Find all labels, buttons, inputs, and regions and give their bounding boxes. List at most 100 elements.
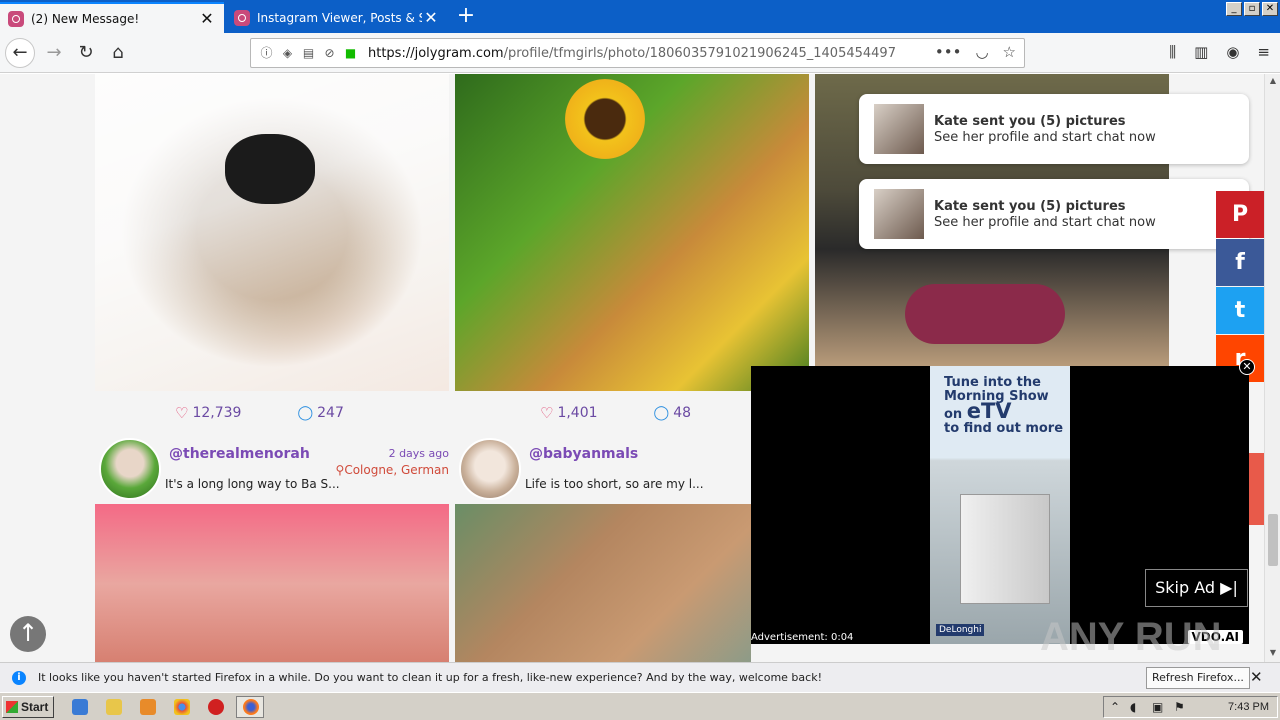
post-user: @babyanmals Life is too short, so are my… <box>459 436 751 502</box>
library-icon[interactable]: ⫼ <box>1169 43 1176 61</box>
opera-icon[interactable] <box>208 699 224 715</box>
tab-close-icon[interactable]: ✕ <box>198 9 216 28</box>
ad-brand-logo: DeLonghi <box>936 624 985 636</box>
window-controls: _ ▫ ✕ <box>1226 2 1278 16</box>
dog-nose <box>225 134 315 204</box>
notification-popup[interactable]: Kate sent you (5) pictures See her profi… <box>859 94 1249 164</box>
location-pin-icon: ⚲ <box>335 463 345 477</box>
flag-icon[interactable]: ⚑ <box>1174 700 1185 714</box>
instagram-favicon-icon <box>8 10 24 27</box>
likes-count[interactable]: ♡ 12,739 <box>175 404 241 422</box>
info-icon[interactable]: ⓘ <box>259 46 274 61</box>
lock-icon[interactable]: ■ <box>343 46 358 61</box>
avatar[interactable] <box>459 438 521 500</box>
notification-title: Kate sent you (5) pictures <box>934 198 1126 214</box>
start-button[interactable]: Start <box>2 696 54 718</box>
heart-icon: ♡ <box>175 404 189 422</box>
belt-bag <box>905 284 1065 344</box>
comment-icon: ◯ <box>297 405 314 421</box>
minimize-button[interactable]: _ <box>1226 2 1242 16</box>
home-button[interactable]: ⌂ <box>104 39 132 67</box>
forward-button[interactable]: → <box>40 39 68 67</box>
firefox-icon <box>243 699 259 715</box>
system-tray: ⌃ ◖ ▣ ⚑ 7:43 PM <box>1103 696 1278 718</box>
notification-thumbnail <box>874 189 924 239</box>
tab-instagram-viewer[interactable]: Instagram Viewer, Posts & Story D ✕ <box>226 2 448 33</box>
comments-count[interactable]: ◯ 247 <box>297 404 343 422</box>
close-notification-button[interactable]: ✕ <box>1250 668 1263 686</box>
post-location[interactable]: ⚲Cologne, German <box>336 463 449 477</box>
tab-bar: (2) New Message! ✕ Instagram Viewer, Pos… <box>0 0 1280 33</box>
facebook-share-button[interactable]: f <box>1216 239 1264 286</box>
ie-icon[interactable] <box>72 699 88 715</box>
twitter-icon: t <box>1234 298 1246 323</box>
skip-icon: ▶| <box>1220 578 1238 597</box>
comments-count[interactable]: ◯ 48 <box>654 404 692 422</box>
post-photo-pink-hair[interactable] <box>95 504 449 662</box>
media-player-icon[interactable] <box>140 699 156 715</box>
notification-subtitle: See her profile and start chat now <box>934 129 1156 145</box>
skip-ad-button[interactable]: Skip Ad ▶| <box>1145 569 1248 607</box>
post-photo-sunflower[interactable] <box>455 74 809 391</box>
post-caption: Life is too short, so are my l... <box>525 477 704 491</box>
scroll-up-arrow-icon[interactable]: ▲ <box>1267 76 1279 88</box>
pocket-icon[interactable]: ◡ <box>975 43 988 61</box>
menu-icon[interactable]: ≡ <box>1257 43 1270 61</box>
permissions-icon[interactable]: ▤ <box>301 46 316 61</box>
ad-headline: Tune into the Morning Show on eTV to fin… <box>944 375 1064 436</box>
notification-message: It looks like you haven't started Firefo… <box>38 671 822 684</box>
pinterest-share-button[interactable]: P <box>1216 191 1264 238</box>
refresh-firefox-button[interactable]: Refresh Firefox... <box>1146 667 1250 689</box>
page-actions-icon[interactable]: ••• <box>935 43 962 61</box>
bookmark-star-icon[interactable]: ☆ <box>1003 43 1016 61</box>
firefox-notification-bar: i It looks like you haven't started Fire… <box>0 662 1280 692</box>
watermark: ANY RUN <box>1040 615 1222 659</box>
network-icon[interactable]: ▣ <box>1152 700 1163 714</box>
username[interactable]: @babyanmals <box>529 446 638 462</box>
account-icon[interactable]: ◉ <box>1226 43 1239 61</box>
tracking-shield-icon[interactable]: ◈ <box>280 46 295 61</box>
likes-count[interactable]: ♡ 1,401 <box>540 404 598 422</box>
notification-subtitle: See her profile and start chat now <box>934 214 1156 230</box>
scroll-down-arrow-icon[interactable]: ▼ <box>1267 648 1279 660</box>
scroll-to-top-button[interactable]: ↑ <box>10 616 46 652</box>
avatar[interactable] <box>99 438 161 500</box>
scrollbar-thumb[interactable] <box>1268 514 1278 566</box>
twitter-share-button[interactable]: t <box>1216 287 1264 334</box>
back-button[interactable]: ← <box>5 38 35 68</box>
scrollbar[interactable]: ▲ ▼ <box>1264 74 1280 662</box>
url-bar[interactable]: ⓘ ◈ ▤ ⊘ ■ https://jolygram.com/profile/t… <box>250 38 1025 68</box>
instagram-favicon-icon <box>234 9 250 26</box>
firefox-taskbar-button[interactable] <box>236 696 264 718</box>
post-photo-dog[interactable] <box>95 74 449 391</box>
maximize-button[interactable]: ▫ <box>1244 2 1260 16</box>
facebook-icon: f <box>1235 250 1245 275</box>
reload-button[interactable]: ↻ <box>72 39 100 67</box>
navigation-toolbar: ← → ↻ ⌂ ⓘ ◈ ▤ ⊘ ■ https://jolygram.com/p… <box>0 33 1280 73</box>
video-ad[interactable]: Tune into the Morning Show on eTV to fin… <box>751 359 1255 644</box>
url-text[interactable]: https://jolygram.com/profile/tfmgirls/ph… <box>368 46 896 61</box>
explorer-icon[interactable] <box>106 699 122 715</box>
link-icon[interactable]: ⊘ <box>322 46 337 61</box>
post-date: 2 days ago <box>388 447 449 460</box>
notification-thumbnail <box>874 104 924 154</box>
tray-expand-icon[interactable]: ⌃ <box>1110 700 1120 714</box>
tab-new-message[interactable]: (2) New Message! ✕ <box>0 2 224 33</box>
sidebar-icon[interactable]: ▥ <box>1194 43 1208 61</box>
comment-icon: ◯ <box>653 405 670 421</box>
tab-label: (2) New Message! <box>31 11 140 26</box>
close-ad-button[interactable]: ✕ <box>1239 359 1255 375</box>
new-tab-button[interactable]: + <box>452 4 480 30</box>
ad-timer-label: Advertisement: 0:04 <box>751 632 854 643</box>
post-stats: ♡ 12,739 ◯ 247 <box>175 404 344 422</box>
chrome-icon[interactable] <box>174 699 190 715</box>
clock[interactable]: 7:43 PM <box>1228 701 1269 713</box>
volume-icon[interactable]: ◖ <box>1130 700 1136 714</box>
post-photo-animal[interactable] <box>455 504 751 662</box>
tab-close-icon[interactable]: ✕ <box>422 8 440 27</box>
close-window-button[interactable]: ✕ <box>1262 2 1278 16</box>
ad-creative[interactable]: Tune into the Morning Show on eTV to fin… <box>930 366 1070 644</box>
notification-popup[interactable]: Kate sent you (5) pictures See her profi… <box>859 179 1249 249</box>
info-icon: i <box>12 670 26 685</box>
username[interactable]: @therealmenorah <box>169 446 310 462</box>
